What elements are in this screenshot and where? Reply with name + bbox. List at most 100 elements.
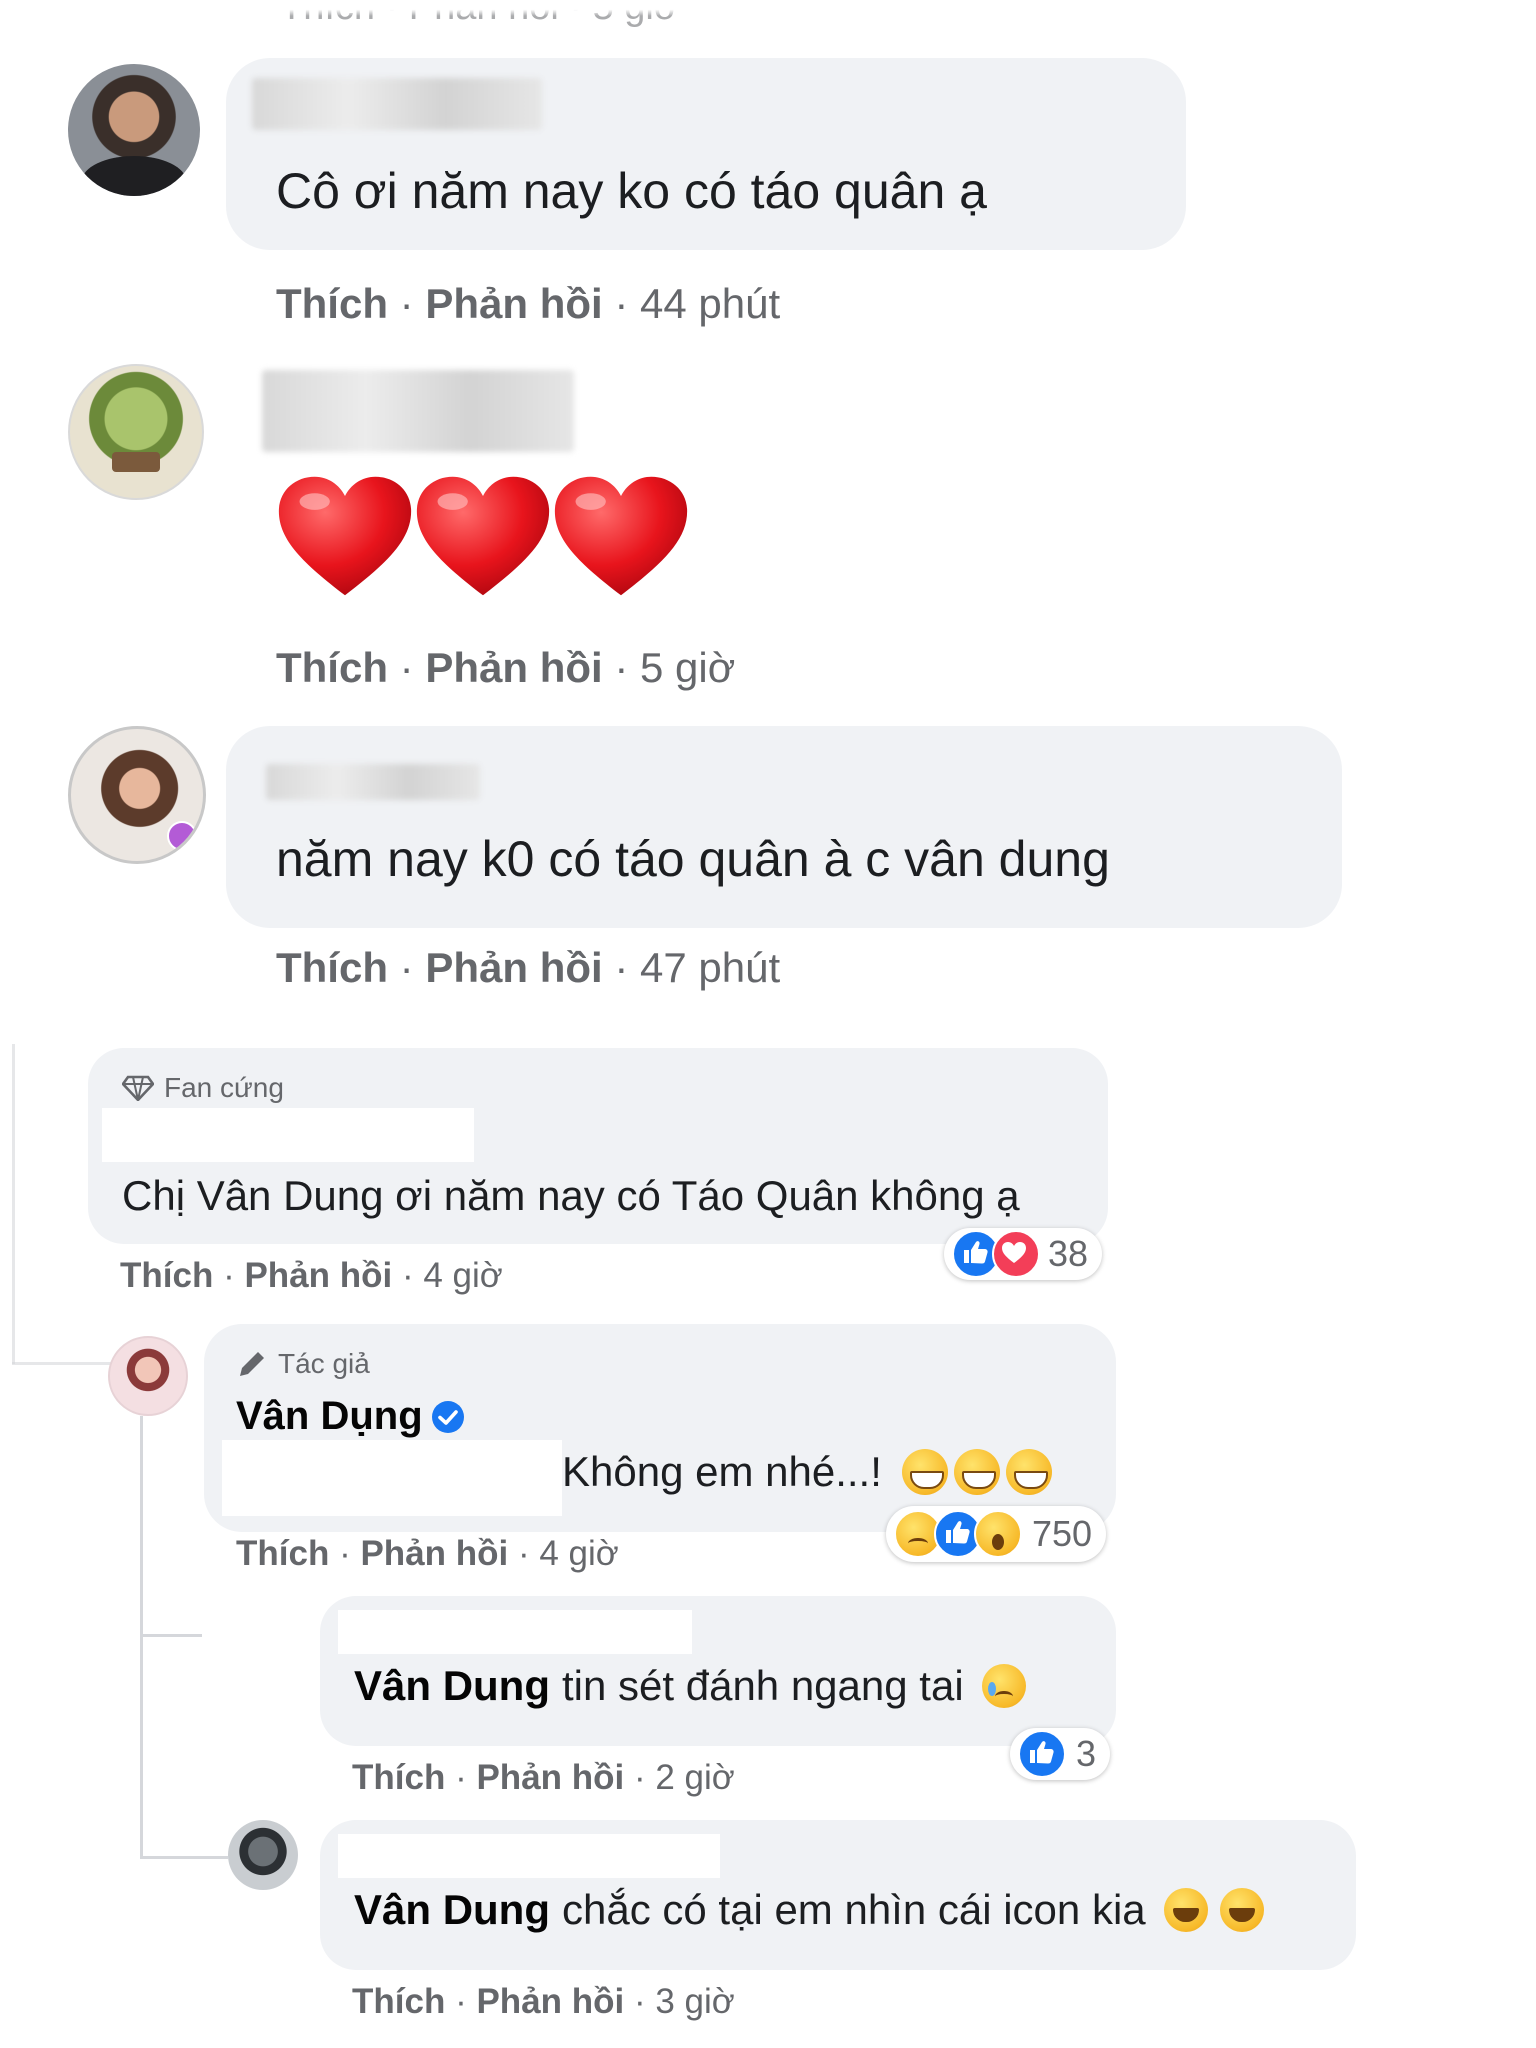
separator: · [633, 1758, 646, 1797]
separator: · [399, 280, 414, 327]
avatar[interactable] [68, 726, 206, 864]
separator: · [455, 1982, 467, 2021]
comment-actions: Thích · Phản hồi · 3 giờ [352, 1982, 735, 2022]
reply-bubble[interactable]: Vân Dung tin sét đánh ngang tai [320, 1596, 1116, 1746]
like-button[interactable]: Thích [352, 1758, 445, 1797]
fan-badge-label: Fan cứng [164, 1072, 284, 1103]
reaction-summary[interactable]: 750 [886, 1506, 1107, 1562]
verified-badge-icon [431, 1400, 464, 1433]
pencil-icon [240, 1352, 264, 1376]
avatar[interactable] [68, 364, 204, 500]
reply-button[interactable]: Phản hồi [360, 1534, 508, 1573]
fan-badge: Fan cứng [122, 1072, 284, 1104]
grin-emoji-icon [953, 1449, 1000, 1495]
avatar-frame-badge [167, 821, 197, 851]
cropped-top-mask [0, 0, 1536, 16]
thread-line [12, 1044, 15, 1364]
thread-line [140, 1416, 143, 1858]
separator: · [614, 644, 629, 691]
separator: · [401, 1256, 414, 1295]
comment-text: tin sét đánh ngang tai [562, 1662, 964, 1709]
comment-actions: Thích · Phản hồi · 2 giờ [352, 1758, 735, 1798]
comment-bubble[interactable]: Fan cứng Chị Vân Dung ơi năm nay có Táo … [88, 1048, 1108, 1244]
reply-button[interactable]: Phản hồi [244, 1256, 392, 1295]
avatar[interactable] [228, 1820, 298, 1890]
heart-emoji-icon [278, 476, 412, 596]
heart-emoji-icon [554, 476, 688, 596]
grin-emoji-icon [901, 1449, 948, 1495]
timestamp[interactable]: 44 phút [640, 280, 780, 327]
reaction-summary[interactable]: 38 [944, 1228, 1103, 1280]
reply-button[interactable]: Phản hồi [425, 944, 602, 991]
laugh-emoji-icon [1163, 1888, 1208, 1932]
author-avatar[interactable] [108, 1336, 188, 1416]
comment-actions: Thích · Phản hồi · 4 giờ [236, 1534, 619, 1574]
timestamp[interactable]: 2 giờ [655, 1758, 734, 1797]
comment-text: Cô ơi năm nay ko có táo quân ạ [276, 163, 987, 219]
author-name[interactable]: Vân Dụng [236, 1394, 423, 1439]
comment-bubble[interactable]: năm nay k0 có táo quân à c vân dung [226, 726, 1342, 928]
thread-line [12, 1362, 120, 1365]
separator: · [339, 1534, 351, 1573]
timestamp[interactable]: 47 phút [640, 944, 780, 991]
avatar-shoulders [82, 156, 186, 196]
separator: · [223, 1256, 235, 1295]
author-name-row: Vân Dụng [236, 1394, 465, 1439]
author-badge: Tác giả [236, 1348, 370, 1380]
reply-button[interactable]: Phản hồi [476, 1982, 624, 2021]
like-button[interactable]: Thích [120, 1256, 213, 1295]
reply-button[interactable]: Phản hồi [425, 644, 602, 691]
wow-reaction-icon [974, 1510, 1022, 1558]
comment-actions: Thích · Phản hồi · 5 giờ [276, 644, 735, 692]
author-reply-bubble[interactable]: Tác giả Vân Dụng Không em nhé...! [204, 1324, 1116, 1532]
blurred-username [252, 78, 542, 130]
reply-bubble[interactable]: Vân Dung chắc có tại em nhìn cái icon ki… [320, 1820, 1356, 1970]
separator: · [517, 1534, 530, 1573]
like-button[interactable]: Thích [276, 944, 388, 991]
comment-bubble[interactable]: Cô ơi năm nay ko có táo quân ạ [226, 58, 1186, 250]
like-reaction-icon [1018, 1730, 1066, 1778]
separator: · [614, 280, 629, 327]
mention-link[interactable]: Vân Dung [354, 1886, 550, 1934]
hidden-username [102, 1108, 474, 1162]
reply-text-row: Vân Dung tin sét đánh ngang tai [354, 1662, 1026, 1710]
separator: · [614, 944, 629, 991]
avatar[interactable] [68, 64, 200, 196]
comment-text: chắc có tại em nhìn cái icon kia [562, 1886, 1146, 1933]
reply-button[interactable]: Phản hồi [425, 280, 602, 327]
blurred-username [266, 764, 480, 800]
timestamp[interactable]: 4 giờ [539, 1534, 618, 1573]
timestamp[interactable]: 5 giờ [640, 644, 735, 691]
comment-text: Không em nhé...! [562, 1448, 882, 1495]
like-button[interactable]: Thích [352, 1982, 445, 2021]
reaction-summary[interactable]: 3 [1010, 1728, 1111, 1780]
cry-emoji-icon [981, 1664, 1026, 1708]
hidden-username [338, 1610, 692, 1654]
timestamp[interactable]: 3 giờ [655, 1982, 734, 2021]
like-button[interactable]: Thích [276, 280, 388, 327]
author-reply-text-row: Không em nhé...! [562, 1448, 1052, 1496]
laugh-emoji-icon [1219, 1888, 1264, 1932]
like-button[interactable]: Thích [236, 1534, 329, 1573]
timestamp[interactable]: 4 giờ [423, 1256, 502, 1295]
separator: · [399, 944, 414, 991]
diamond-icon [122, 1075, 154, 1101]
hidden-username [338, 1834, 720, 1878]
hidden-mention [222, 1440, 562, 1516]
thread-line [140, 1634, 202, 1637]
heart-emoji-icon [416, 476, 550, 596]
like-button[interactable]: Thích [276, 644, 388, 691]
reaction-count: 750 [1032, 1513, 1093, 1554]
separator: · [399, 644, 414, 691]
comment-text: năm nay k0 có táo quân à c vân dung [276, 831, 1110, 887]
separator: · [455, 1758, 467, 1797]
mention-link[interactable]: Vân Dung [354, 1662, 550, 1710]
author-badge-label: Tác giả [278, 1348, 370, 1379]
reply-button[interactable]: Phản hồi [476, 1758, 624, 1797]
separator: · [633, 1982, 646, 2021]
grin-emoji-icon [1005, 1449, 1052, 1495]
blurred-username [262, 370, 574, 452]
comment-actions: Thích · Phản hồi · 4 giờ [120, 1256, 503, 1296]
love-reaction-icon [992, 1230, 1040, 1278]
reply-text-row: Vân Dung chắc có tại em nhìn cái icon ki… [354, 1886, 1264, 1934]
